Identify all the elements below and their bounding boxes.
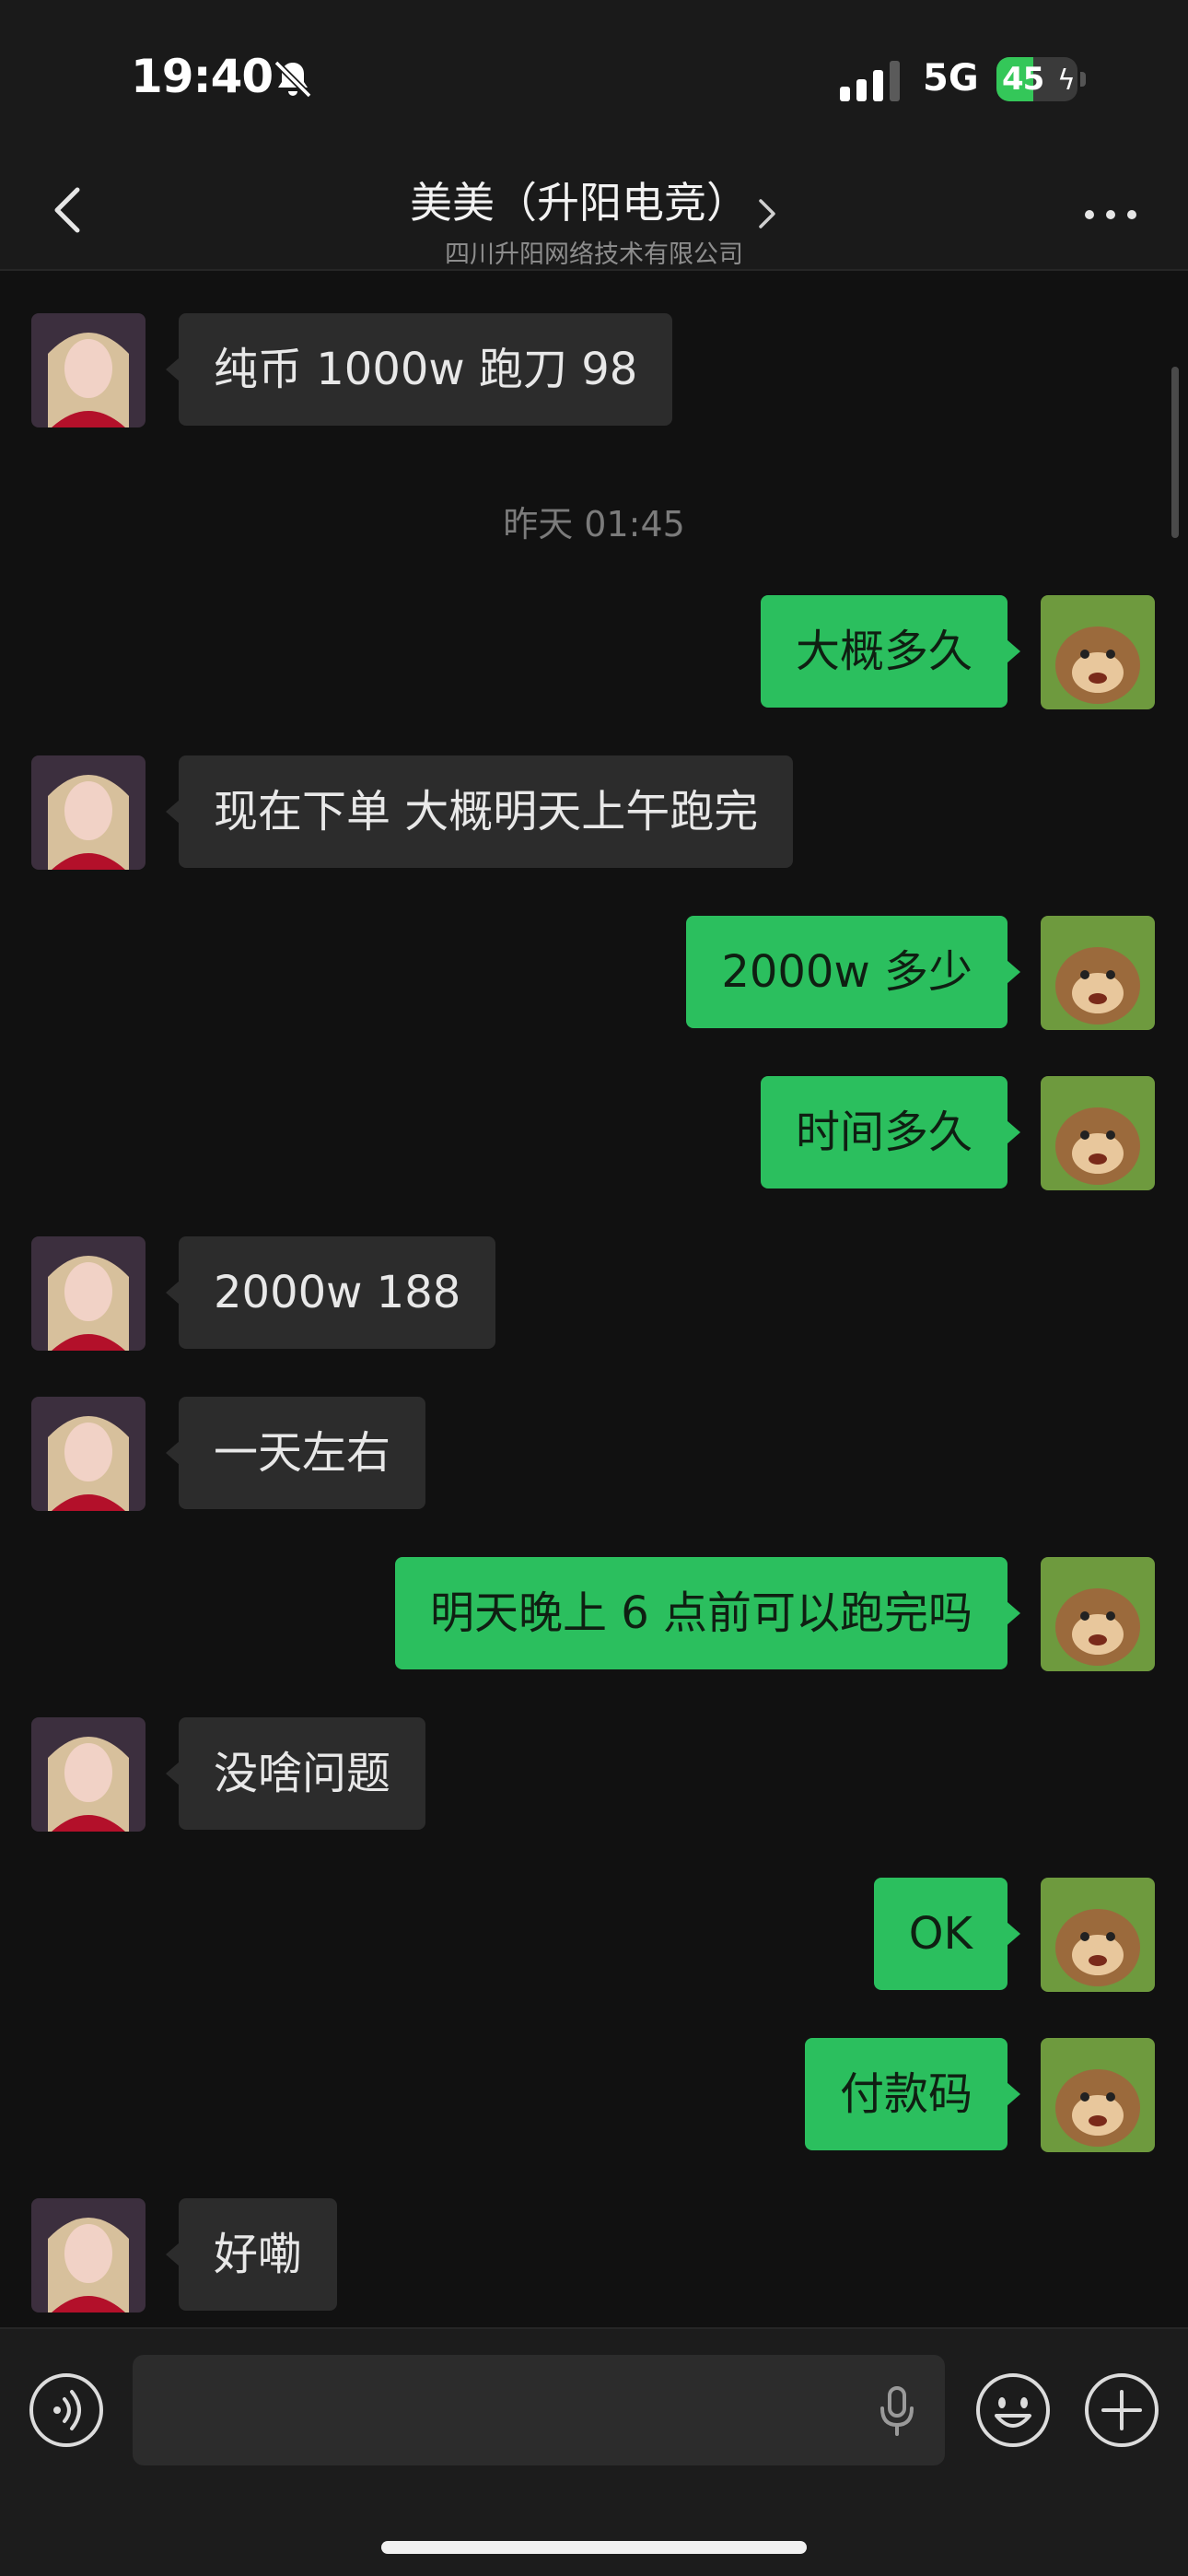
battery-body: 45 ϟ [996,57,1077,101]
voice-mode-icon[interactable] [28,2371,105,2449]
contact-avatar[interactable] [31,755,146,870]
microphone-icon[interactable] [869,2383,925,2438]
message-row-outgoing: 明天晚上 6 点前可以跑完吗 [0,1557,1188,1671]
contact-avatar[interactable] [31,313,146,427]
message-bubble-outgoing[interactable]: 2000w 多少 [686,916,1020,1028]
status-time: 19:40 [131,50,274,103]
more-dots-icon [1085,210,1094,219]
chevron-left-icon [54,187,80,233]
message-bubble-incoming[interactable]: 没啥问题 [165,1717,426,1830]
my-avatar[interactable] [1041,595,1155,709]
chat-title: 美美（升阳电竞） [410,178,749,228]
message-row-incoming: 现在下单 大概明天上午跑完 [0,755,1188,870]
chat-screen: 19:40 5G 45 ϟ 美美（升阳电竞） 四川升阳网络技术有限公司 纯币 1… [0,0,1188,2576]
message-row-incoming: 2000w 188 [0,1236,1188,1351]
plus-icon[interactable] [1083,2371,1160,2449]
my-avatar[interactable] [1041,916,1155,1030]
my-avatar[interactable] [1041,1557,1155,1671]
message-row-outgoing: 2000w 多少 [0,916,1188,1030]
message-bubble-incoming[interactable]: 好嘞 [165,2198,338,2311]
contact-avatar[interactable] [31,1717,146,1832]
home-indicator[interactable] [381,2541,807,2554]
battery-percent: 45 [1002,61,1044,98]
more-dots-icon [1127,210,1136,219]
message-timestamp: 昨天 01:45 [503,504,685,544]
message-row-incoming: 好嘞 [0,2198,1188,2313]
message-bubble-incoming[interactable]: 纯币 1000w 跑刀 98 [165,313,673,426]
contact-avatar[interactable] [31,2198,146,2313]
message-bubble-outgoing[interactable]: 时间多久 [760,1076,1021,1188]
message-bubble-outgoing[interactable]: OK [873,1878,1021,1990]
chat-subtitle: 四川升阳网络技术有限公司 [445,240,743,269]
bell-slash-icon [274,60,312,99]
input-bar [0,2327,1188,2576]
message-row-outgoing: 大概多久 [0,595,1188,709]
message-bubble-outgoing[interactable]: 大概多久 [760,595,1021,708]
message-bubble-incoming[interactable]: 2000w 188 [165,1236,496,1349]
status-bar: 19:40 5G 45 ϟ [0,0,1188,157]
battery-charging-icon: 45 ϟ [996,57,1087,101]
message-bubble-incoming[interactable]: 一天左右 [165,1397,426,1509]
message-row-incoming: 没啥问题 [0,1717,1188,1832]
emoji-icon[interactable] [974,2371,1052,2449]
signal-bars-icon [840,61,900,101]
message-bubble-outgoing[interactable]: 明天晚上 6 点前可以跑完吗 [394,1557,1021,1669]
more-dots-icon [1106,210,1115,219]
message-row-incoming: 一天左右 [0,1397,1188,1511]
charging-bolt-icon: ϟ [1057,64,1076,97]
message-row-outgoing: 付款码 [0,2038,1188,2152]
chat-title-group[interactable]: 美美（升阳电竞） 四川升阳网络技术有限公司 [276,162,912,269]
battery-cap [1080,72,1086,87]
contact-avatar[interactable] [31,1236,146,1351]
message-bubble-outgoing[interactable]: 付款码 [804,2038,1021,2150]
network-label: 5G [923,57,979,100]
message-bubble-incoming[interactable]: 现在下单 大概明天上午跑完 [165,755,794,868]
more-options-button[interactable] [1077,181,1144,247]
my-avatar[interactable] [1041,2038,1155,2152]
nav-bar: 美美（升阳电竞） 四川升阳网络技术有限公司 [0,157,1188,271]
message-row-incoming: 纯币 1000w 跑刀 98 [0,313,1188,427]
chevron-right-icon [759,198,775,228]
back-button[interactable] [31,173,105,247]
my-avatar[interactable] [1041,1878,1155,1992]
my-avatar[interactable] [1041,1076,1155,1190]
message-input[interactable] [133,2355,945,2465]
message-row-outgoing: OK [0,1878,1188,1992]
contact-avatar[interactable] [31,1397,146,1511]
message-row-outgoing: 时间多久 [0,1076,1188,1190]
